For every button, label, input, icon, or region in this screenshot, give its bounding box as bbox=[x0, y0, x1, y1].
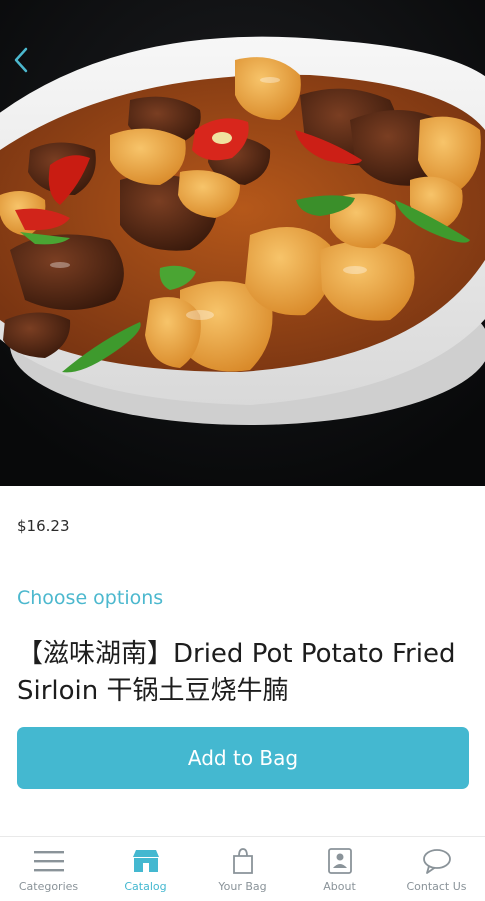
tab-label: About bbox=[323, 880, 356, 893]
back-button[interactable] bbox=[6, 42, 36, 78]
add-to-bag-button[interactable]: Add to Bag bbox=[17, 727, 469, 789]
profile-card-icon bbox=[323, 846, 357, 876]
store-icon bbox=[129, 846, 163, 876]
tab-about[interactable]: About bbox=[291, 837, 388, 901]
chevron-left-icon bbox=[14, 47, 28, 73]
choose-options-link[interactable]: Choose options bbox=[17, 587, 163, 609]
tab-your-bag[interactable]: Your Bag bbox=[194, 837, 291, 901]
tab-catalog[interactable]: Catalog bbox=[97, 837, 194, 901]
tab-categories[interactable]: Categories bbox=[0, 837, 97, 901]
menu-lines-icon bbox=[32, 846, 66, 876]
chat-bubble-icon bbox=[420, 846, 454, 876]
tab-label: Your Bag bbox=[218, 880, 267, 893]
tab-label: Contact Us bbox=[406, 880, 467, 893]
bottom-tab-bar: Categories Catalog Your Bag About Contac… bbox=[0, 836, 485, 901]
tab-label: Catalog bbox=[124, 880, 167, 893]
tab-label: Categories bbox=[18, 880, 79, 893]
product-image bbox=[0, 0, 485, 486]
product-price: $16.23 bbox=[17, 517, 70, 535]
product-title: 【滋味湖南】Dried Pot Potato Fried Sirloin 干锅土… bbox=[17, 639, 456, 706]
dish-illustration bbox=[0, 0, 485, 486]
tab-contact-us[interactable]: Contact Us bbox=[388, 837, 485, 901]
shopping-bag-icon bbox=[226, 846, 260, 876]
